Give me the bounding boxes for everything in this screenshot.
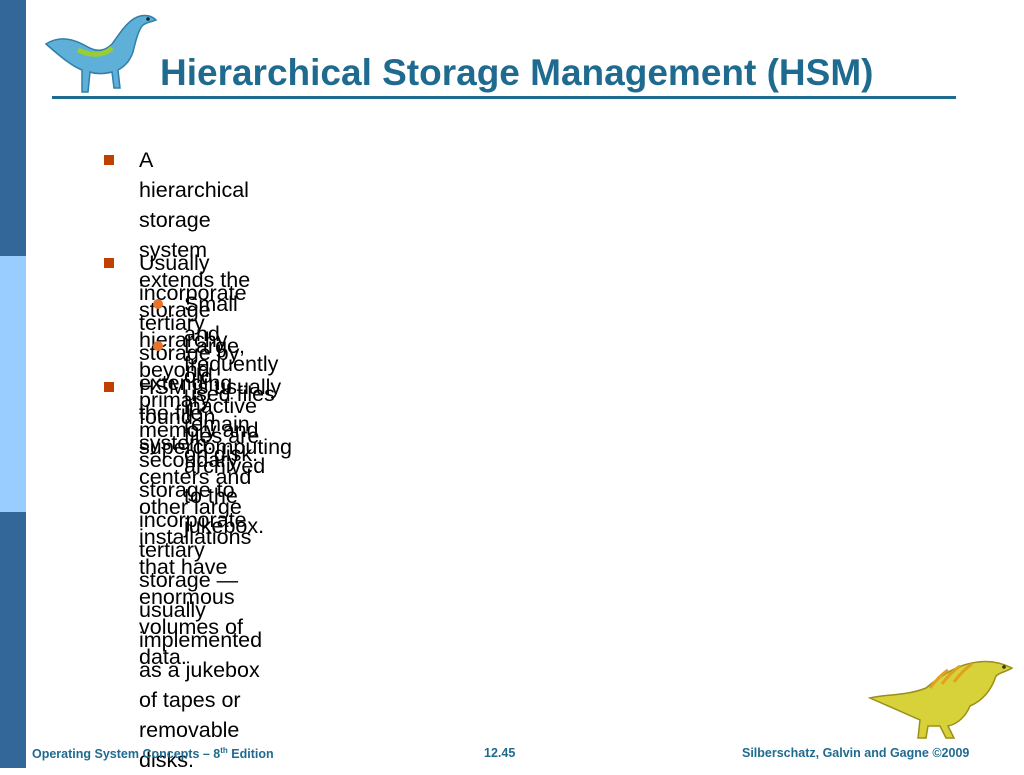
footer-copyright: Silberschatz, Galvin and Gagne ©2009 xyxy=(742,746,970,760)
square-bullet-icon xyxy=(104,382,114,392)
dinosaur-logo-icon xyxy=(44,14,158,93)
left-stripe-middle xyxy=(0,256,26,512)
footer-page-number: 12.45 xyxy=(484,746,516,760)
square-bullet-icon xyxy=(104,155,114,165)
footer-course: Operating System Concepts – 8th Edition xyxy=(32,746,274,761)
bullet-text: HSM is usually found in supercomputing c… xyxy=(139,372,292,672)
footer-course-suffix: Edition xyxy=(227,747,274,762)
bullet-line: installations that have enormous volumes… xyxy=(139,525,252,669)
round-bullet-icon xyxy=(153,341,163,351)
footer-course-prefix: Operating System Concepts – 8 xyxy=(32,747,221,762)
title-underline xyxy=(52,96,956,99)
left-stripe-bottom xyxy=(0,512,26,768)
dinosaur-logo-icon xyxy=(867,660,1014,739)
square-bullet-icon xyxy=(104,258,114,268)
bullet-line: HSM is usually found in supercomputing c… xyxy=(139,375,292,519)
left-stripe-top xyxy=(0,0,26,256)
round-bullet-icon xyxy=(153,299,163,309)
footer-course-sup: th xyxy=(220,746,228,755)
slide-title: Hierarchical Storage Management (HSM) xyxy=(160,52,874,93)
